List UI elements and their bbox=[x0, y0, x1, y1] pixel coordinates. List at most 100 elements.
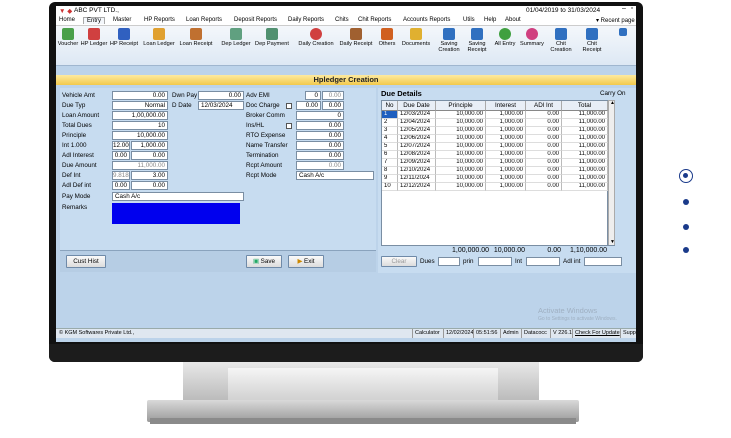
total-dues-field[interactable]: 10 bbox=[112, 121, 168, 130]
due-cell[interactable]: 12/05/2024 bbox=[398, 127, 436, 135]
doc-charge-field[interactable]: 0.00 bbox=[322, 101, 344, 110]
adl-def-int-a-field[interactable]: 0.00 bbox=[112, 181, 130, 190]
due-cell[interactable]: 0.00 bbox=[526, 119, 562, 127]
carousel-dot-active[interactable] bbox=[679, 169, 693, 183]
int-footer-field[interactable] bbox=[526, 257, 560, 266]
due-cell[interactable]: 12/08/2024 bbox=[398, 151, 436, 159]
due-cell[interactable]: 3 bbox=[382, 127, 398, 135]
col-header-principle[interactable]: Principle bbox=[436, 101, 486, 111]
name-transfer-field[interactable]: 0.00 bbox=[296, 141, 344, 150]
due-cell[interactable]: 0.00 bbox=[526, 143, 562, 151]
col-header-adl-int[interactable]: ADl Int bbox=[526, 101, 562, 111]
ribbon-loan-receipt[interactable]: Loan Receipt bbox=[178, 28, 214, 47]
remarks-field[interactable] bbox=[112, 203, 240, 224]
rcpt-mode-field[interactable]: Cash A/c bbox=[296, 171, 374, 180]
menu-chit-reports[interactable]: Chit Reports bbox=[358, 17, 391, 23]
due-cell[interactable]: 0.00 bbox=[526, 111, 562, 119]
check-update-link[interactable]: Check For Update bbox=[572, 329, 620, 338]
ins-hl-checkbox[interactable] bbox=[286, 123, 292, 129]
adv-emi-count-field[interactable]: 0 bbox=[305, 91, 321, 100]
due-cell[interactable]: 0.00 bbox=[526, 159, 562, 167]
ribbon-saving-receipt[interactable]: Saving Receipt bbox=[464, 28, 490, 53]
carry-on-label[interactable]: Carry On bbox=[600, 90, 626, 97]
termination-field[interactable]: 0.00 bbox=[296, 151, 344, 160]
due-cell[interactable]: 8 bbox=[382, 167, 398, 175]
due-cell[interactable]: 11,000.00 bbox=[562, 119, 608, 127]
due-cell[interactable]: 11,000.00 bbox=[562, 127, 608, 135]
recent-page-menu[interactable]: ▾ Recent page bbox=[596, 17, 635, 24]
restore-icon[interactable]: ▫ bbox=[631, 6, 633, 12]
dwn-pay-field[interactable]: 0.00 bbox=[198, 91, 244, 100]
due-cell[interactable]: 1,000.00 bbox=[486, 183, 526, 191]
due-cell[interactable]: 7 bbox=[382, 159, 398, 167]
ribbon-others[interactable]: Others bbox=[376, 28, 398, 47]
due-cell[interactable]: 10,000.00 bbox=[436, 159, 486, 167]
due-cell[interactable]: 4 bbox=[382, 135, 398, 143]
due-cell[interactable]: 11,000.00 bbox=[562, 175, 608, 183]
doc-charge-pct-field[interactable]: 0.00 bbox=[296, 101, 321, 110]
int-value-field[interactable]: 1,000.00 bbox=[131, 141, 168, 150]
due-cell[interactable]: 1,000.00 bbox=[486, 175, 526, 183]
due-cell[interactable]: 11,000.00 bbox=[562, 183, 608, 191]
due-cell[interactable]: 0.00 bbox=[526, 183, 562, 191]
due-cell[interactable]: 10,000.00 bbox=[436, 143, 486, 151]
due-cell[interactable]: 1,000.00 bbox=[486, 167, 526, 175]
due-cell[interactable]: 10,000.00 bbox=[436, 135, 486, 143]
menu-master[interactable]: Master bbox=[113, 17, 131, 23]
due-grid[interactable]: No Due Date Principle Interest ADl Int T… bbox=[381, 100, 608, 246]
menu-daily-reports[interactable]: Daily Reports bbox=[288, 17, 324, 23]
calculator-link[interactable]: Calculator bbox=[412, 329, 440, 338]
menu-help[interactable]: Help bbox=[484, 17, 496, 23]
carousel-dot[interactable] bbox=[683, 224, 689, 230]
menu-chits[interactable]: Chits bbox=[335, 17, 349, 23]
due-cell[interactable]: 12/07/2024 bbox=[398, 143, 436, 151]
due-cell[interactable]: 11,000.00 bbox=[562, 159, 608, 167]
ribbon-dep-ledger[interactable]: Dep Ledger bbox=[220, 28, 252, 47]
menu-utils[interactable]: Utils bbox=[463, 17, 475, 23]
due-typ-field[interactable]: Normal bbox=[112, 101, 168, 110]
due-cell[interactable]: 5 bbox=[382, 143, 398, 151]
due-cell[interactable]: 10,000.00 bbox=[436, 167, 486, 175]
ins-hl-field[interactable]: 0.00 bbox=[296, 121, 344, 130]
d-date-field[interactable]: 12/03/2024 bbox=[198, 101, 244, 110]
broker-comm-field[interactable]: 0 bbox=[296, 111, 344, 120]
due-cell[interactable]: 11,000.00 bbox=[562, 167, 608, 175]
carousel-dot[interactable] bbox=[683, 199, 689, 205]
due-cell[interactable]: 1,000.00 bbox=[486, 119, 526, 127]
due-cell[interactable]: 12/03/2024 bbox=[398, 111, 436, 119]
due-cell[interactable]: 12/06/2024 bbox=[398, 135, 436, 143]
ribbon-chit-receipt[interactable]: Chit Receipt bbox=[577, 28, 607, 53]
due-cell[interactable]: 1,000.00 bbox=[486, 151, 526, 159]
col-header-due-date[interactable]: Due Date bbox=[398, 101, 436, 111]
due-cell[interactable]: 10,000.00 bbox=[436, 183, 486, 191]
menu-loan-reports[interactable]: Loan Reports bbox=[186, 17, 222, 23]
vehicle-amt-field[interactable]: 0.00 bbox=[112, 91, 168, 100]
due-cell[interactable]: 0.00 bbox=[526, 175, 562, 183]
due-cell[interactable]: 6 bbox=[382, 151, 398, 159]
def-int-b-field[interactable]: 3.00 bbox=[131, 171, 168, 180]
save-button[interactable]: ▣ Save bbox=[246, 255, 282, 268]
menu-about[interactable]: About bbox=[505, 17, 521, 23]
minimize-icon[interactable]: – bbox=[622, 6, 626, 12]
due-cell[interactable]: 0.00 bbox=[526, 151, 562, 159]
due-cell[interactable]: 11,000.00 bbox=[562, 135, 608, 143]
due-cell[interactable]: 10,000.00 bbox=[436, 119, 486, 127]
due-cell[interactable]: 1,000.00 bbox=[486, 111, 526, 119]
prin-field[interactable] bbox=[478, 257, 512, 266]
due-cell[interactable]: 10,000.00 bbox=[436, 151, 486, 159]
clear-button[interactable]: Clear bbox=[381, 256, 417, 267]
due-cell[interactable]: 12/04/2024 bbox=[398, 119, 436, 127]
ribbon-chit-creation[interactable]: Chit Creation bbox=[546, 28, 576, 53]
due-cell[interactable]: 1,000.00 bbox=[486, 159, 526, 167]
due-cell[interactable]: 0.00 bbox=[526, 167, 562, 175]
col-header-no[interactable]: No bbox=[382, 101, 398, 111]
due-cell[interactable]: 10,000.00 bbox=[436, 127, 486, 135]
ribbon-voucher[interactable]: Voucher bbox=[57, 28, 79, 47]
due-cell[interactable]: 0.00 bbox=[526, 127, 562, 135]
col-header-total[interactable]: Total bbox=[562, 101, 608, 111]
menu-home[interactable]: Home bbox=[59, 17, 75, 23]
ribbon-dep-payment[interactable]: Dep Payment bbox=[252, 28, 292, 47]
support-link[interactable]: Supp bbox=[620, 329, 636, 338]
ribbon-documents[interactable]: Documents bbox=[399, 28, 433, 47]
due-cell[interactable]: 1,000.00 bbox=[486, 143, 526, 151]
